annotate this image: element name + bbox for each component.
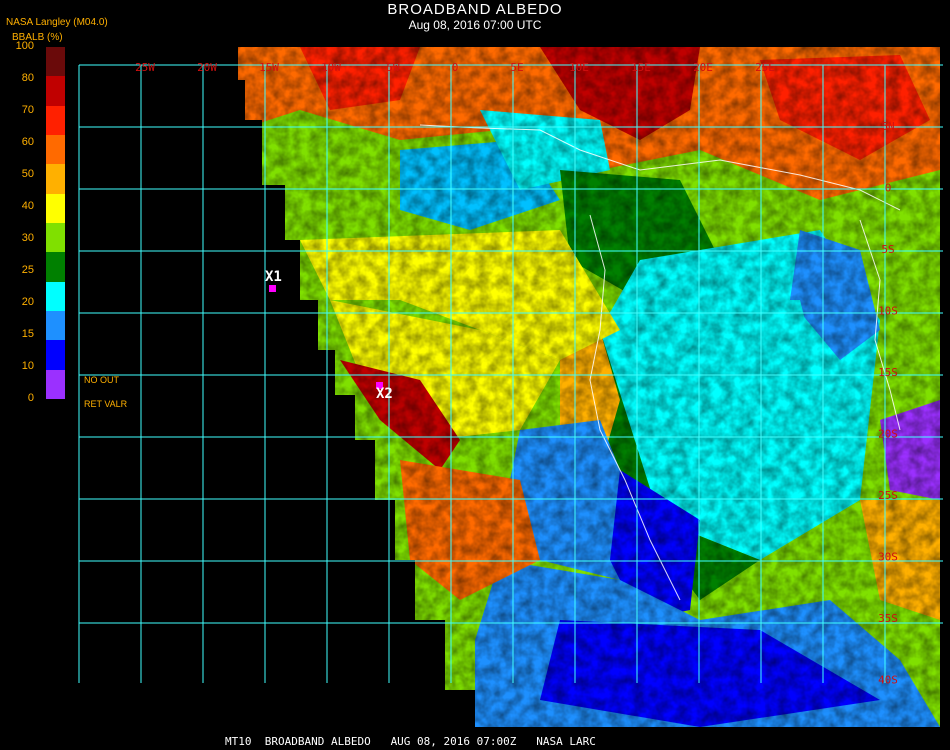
albedo-map: 25W 20W 15W 10W 5W 0 5E 10E 15E 20E 25E 5N 0 5S 10S 15S… [78, 47, 943, 727]
longitude-label: 10W [321, 61, 341, 74]
latitude-label: 15S [878, 366, 898, 379]
longitude-label: 20W [197, 61, 217, 74]
longitude-label: 15E [631, 61, 651, 74]
latitude-label: 40S [878, 674, 898, 687]
longitude-label: 25E [755, 61, 775, 74]
latitude-label: 30S [878, 551, 898, 564]
footer-caption: MT10 BROADBAND ALBEDO AUG 08, 2016 07:00… [225, 735, 596, 748]
latitude-label: 20S [878, 428, 898, 441]
albedo-field [238, 47, 940, 727]
site-marker [269, 285, 276, 292]
longitude-label: 25W [135, 61, 155, 74]
longitude-label: 15W [259, 61, 279, 74]
longitude-label: 5W [386, 61, 400, 74]
latitude-label: 10S [878, 305, 898, 318]
longitude-label: 10E [569, 61, 589, 74]
latitude-label: 25S [878, 489, 898, 502]
longitude-label: 0 [452, 61, 459, 74]
marker-x2-label: X2 [376, 386, 393, 402]
latitude-label: 35S [878, 612, 898, 625]
latitude-label: 5N [881, 120, 894, 133]
longitude-label: 20E [693, 61, 713, 74]
longitude-label: 5E [510, 61, 523, 74]
latitude-label: 5S [881, 243, 894, 256]
latitude-label: 0 [885, 182, 892, 195]
marker-x1-label: X1 [265, 269, 282, 285]
